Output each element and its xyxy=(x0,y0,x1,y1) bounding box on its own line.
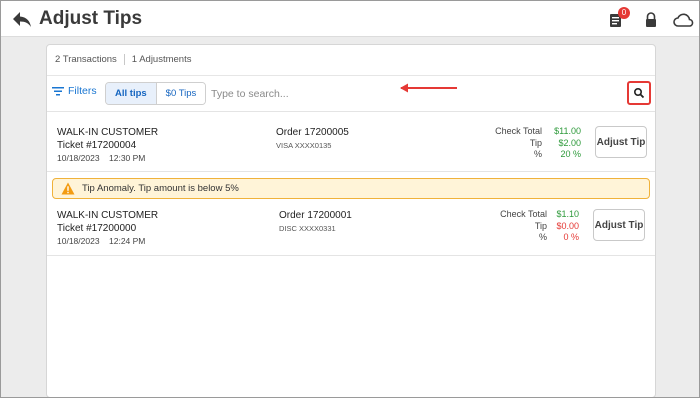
transaction-datetime: 10/18/2023 12:24 PM xyxy=(57,235,158,248)
customer-name: WALK-IN CUSTOMER xyxy=(57,210,159,221)
order-info: Order 17200001 DISC XXXX0331 xyxy=(279,209,352,235)
toolbar-divider xyxy=(47,111,655,112)
check-total-label: Check Total xyxy=(495,126,542,136)
tip-label: Tip xyxy=(534,220,547,231)
ticket-number: Ticket #17200004 xyxy=(57,140,137,151)
lock-icon[interactable] xyxy=(641,10,661,30)
tip-percent-value: 0 % xyxy=(563,232,579,242)
back-arrow-icon[interactable] xyxy=(11,9,33,29)
annotation-arrow-icon xyxy=(400,83,457,93)
order-info: Order 17200005 VISA XXXX0135 xyxy=(276,126,349,152)
tip-value: $0.00 xyxy=(556,220,579,231)
tab-all-tips[interactable]: All tips xyxy=(106,83,157,104)
app-frame: Adjust Tips 0 2 Transactions 1 Adjustmen… xyxy=(0,0,700,398)
amount-labels: Check Total Tip % xyxy=(488,209,547,244)
tab-zero-tips[interactable]: $0 Tips xyxy=(156,83,206,104)
summary-divider xyxy=(123,54,125,65)
cloud-icon[interactable] xyxy=(672,10,696,30)
tip-anomaly-alert: Tip Anomaly. Tip amount is below 5% xyxy=(52,178,650,199)
check-total-label: Check Total xyxy=(500,209,547,219)
customer-info: WALK-IN CUSTOMER Ticket #17200004 10/18/… xyxy=(57,126,158,165)
ticket-number: Ticket #17200000 xyxy=(57,223,137,234)
order-number: Order 17200005 xyxy=(276,127,349,138)
amount-values: $11.00 $2.00 20 % xyxy=(543,126,581,161)
search-button[interactable] xyxy=(627,81,651,105)
transaction-datetime: 10/18/2023 12:30 PM xyxy=(57,152,158,165)
transaction-time: 12:24 PM xyxy=(109,236,146,246)
transaction-time: 12:30 PM xyxy=(109,153,146,163)
customer-info: WALK-IN CUSTOMER Ticket #17200000 10/18/… xyxy=(57,209,158,248)
transaction-date: 10/18/2023 xyxy=(57,236,100,246)
filter-icon xyxy=(52,87,64,96)
app-header: Adjust Tips 0 xyxy=(1,1,699,37)
notification-badge: 0 xyxy=(618,7,630,19)
summary-bar: 2 Transactions 1 Adjustments xyxy=(55,54,191,65)
amount-labels: Check Total Tip % xyxy=(483,126,542,161)
order-number: Order 17200001 xyxy=(279,210,352,221)
alert-message: Tip Anomaly. Tip amount is below 5% xyxy=(82,183,239,194)
search-icon xyxy=(633,87,645,99)
check-total-value: $11.00 xyxy=(554,126,581,136)
tip-filter-toggle: All tips $0 Tips xyxy=(105,82,207,105)
filters-label: Filters xyxy=(68,85,97,97)
row-divider xyxy=(47,171,655,172)
card-number: VISA XXXX0135 xyxy=(276,141,332,150)
adjust-tip-button[interactable]: Adjust Tip xyxy=(593,209,645,241)
tip-label: Tip xyxy=(529,137,542,148)
transaction-date: 10/18/2023 xyxy=(57,153,100,163)
search-input[interactable] xyxy=(211,84,431,104)
percent-label: % xyxy=(533,149,542,159)
customer-name: WALK-IN CUSTOMER xyxy=(57,127,159,138)
card-number: DISC XXXX0331 xyxy=(279,224,336,233)
warning-icon xyxy=(61,182,75,195)
amount-values: $1.10 $0.00 0 % xyxy=(543,209,579,244)
adjust-tip-button[interactable]: Adjust Tip xyxy=(595,126,647,158)
tip-value: $2.00 xyxy=(558,137,581,148)
toolbar: Filters All tips $0 Tips xyxy=(47,75,655,111)
check-total-value: $1.10 xyxy=(556,209,579,219)
transaction-count: 2 Transactions xyxy=(55,54,117,65)
tip-percent-value: 20 % xyxy=(560,149,581,159)
transactions-card: 2 Transactions 1 Adjustments Filters All… xyxy=(46,44,656,397)
row-divider xyxy=(47,255,655,256)
page-title: Adjust Tips xyxy=(39,8,143,29)
adjustment-count: 1 Adjustments xyxy=(131,54,192,65)
percent-label: % xyxy=(538,232,547,242)
filters-button[interactable]: Filters xyxy=(52,85,97,97)
